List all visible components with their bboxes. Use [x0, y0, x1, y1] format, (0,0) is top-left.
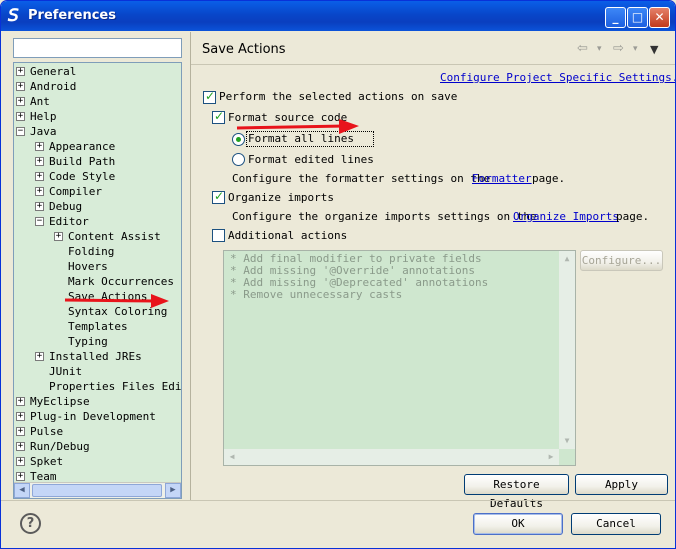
preference-sidebar: + Team + Spket + Run/Debug + Pulse + Plug-in Deve…: [5, 32, 189, 500]
view-menu-icon[interactable]: ▼: [650, 43, 658, 56]
expand-icon[interactable]: +: [16, 82, 25, 91]
scroll-right-icon[interactable]: ▶: [543, 449, 559, 465]
tree-item-label: Folding: [68, 245, 115, 258]
tree-item-label: Run/Debug: [30, 440, 90, 453]
collapse-icon[interactable]: −: [16, 127, 25, 136]
scroll-up-icon[interactable]: ▲: [559, 251, 575, 267]
expand-icon[interactable]: +: [16, 397, 25, 406]
configure-button[interactable]: Configure...: [580, 250, 663, 271]
list-item: * Remove unnecessary casts: [230, 288, 403, 301]
expand-icon[interactable]: +: [16, 457, 25, 466]
annotation-arrow-save-actions: [64, 294, 169, 308]
footer-separator: [1, 500, 675, 501]
page-title: Save Actions: [202, 42, 286, 57]
tree-item-label: Pulse: [30, 425, 64, 438]
expand-icon[interactable]: +: [35, 172, 44, 181]
additional-actions-label: Additional actions: [228, 229, 348, 242]
tree-item-label: Installed JREs: [49, 350, 142, 363]
maximize-button[interactable]: □: [627, 7, 648, 28]
help-icon[interactable]: ?: [20, 513, 41, 534]
format-source-checkbox[interactable]: [212, 109, 225, 124]
scroll-right-icon[interactable]: ▶: [165, 483, 181, 498]
annotation-arrow-format: [236, 119, 359, 134]
tree-item-label: Properties Files Edit: [49, 380, 182, 393]
restore-defaults-button[interactable]: Restore Defaults: [464, 474, 569, 510]
expand-icon[interactable]: +: [35, 142, 44, 151]
expand-icon[interactable]: +: [35, 202, 44, 211]
preferences-window: 𝘚 Preferences _ □ ✕ + Team + Spket + Run/Debu…: [0, 0, 676, 549]
header-separator: [191, 64, 675, 65]
scroll-thumb[interactable]: [32, 484, 162, 497]
back-dropdown-icon[interactable]: ▾: [597, 44, 602, 54]
tree-item-label: Appearance: [49, 140, 116, 153]
scroll-left-icon[interactable]: ◀: [224, 449, 240, 465]
formatter-hint-text: Configure the formatter settings on the: [232, 172, 491, 185]
expand-icon[interactable]: +: [35, 352, 44, 361]
tree-item-label: MyEclipse: [30, 395, 90, 408]
tree-item-label: Compiler: [49, 185, 102, 198]
expand-icon[interactable]: +: [16, 67, 25, 76]
tree-item-label: Android: [30, 80, 77, 93]
forward-dropdown-icon[interactable]: ▾: [633, 44, 638, 54]
formatter-link[interactable]: Formatter: [472, 172, 532, 185]
tree-item-label: Typing: [68, 335, 108, 348]
expand-icon[interactable]: +: [16, 112, 25, 121]
preference-tree: + Team + Spket + Run/Debug + Pulse + Plug-in Deve…: [13, 62, 182, 499]
tree-item-label: Mark Occurrences: [68, 275, 174, 288]
back-arrow-icon[interactable]: ⇦: [577, 41, 588, 56]
tree-item-label: Help: [30, 110, 57, 123]
additional-actions-checkbox[interactable]: [212, 229, 225, 242]
organize-hint-suffix: page.: [616, 210, 650, 223]
tree-item-label: Ant: [30, 95, 50, 108]
tree-item-label: JUnit: [49, 365, 83, 378]
tree-horizontal-scrollbar[interactable]: ◀ ▶: [14, 482, 181, 498]
tree-item-label: Java: [30, 125, 57, 138]
ok-button[interactable]: OK: [473, 513, 563, 535]
close-button[interactable]: ✕: [649, 7, 670, 28]
tree-item-label: Templates: [68, 320, 128, 333]
filter-input[interactable]: [13, 38, 182, 58]
perform-actions-checkbox[interactable]: [203, 89, 216, 104]
organize-imports-label: Organize imports: [228, 191, 334, 204]
tree-item-label: Content Assist: [68, 230, 161, 243]
formatter-hint-suffix: page.: [532, 172, 566, 185]
format-edited-lines-label: Format edited lines: [248, 153, 374, 166]
organize-hint-text: Configure the organize imports settings …: [232, 210, 537, 223]
perform-actions-label: Perform the selected actions on save: [219, 90, 458, 103]
tree-item-label: Spket: [30, 455, 64, 468]
expand-icon[interactable]: +: [16, 412, 25, 421]
scroll-down-icon[interactable]: ▼: [559, 433, 575, 449]
tree-item-label: Build Path: [49, 155, 116, 168]
expand-icon[interactable]: +: [16, 442, 25, 451]
organize-imports-checkbox[interactable]: [212, 189, 225, 204]
preference-page: Save Actions ⇦ ▾ ⇨ ▾ ▼ Configure Project…: [190, 32, 675, 510]
additional-actions-list[interactable]: * Add final modifier to private fields *…: [223, 250, 576, 466]
configure-project-settings-link[interactable]: Configure Project Specific Settings...: [440, 71, 675, 84]
tree-item-label: Code Style: [49, 170, 116, 183]
scroll-left-icon[interactable]: ◀: [14, 483, 30, 498]
format-edited-lines-radio[interactable]: [232, 153, 245, 166]
expand-icon[interactable]: +: [16, 97, 25, 106]
organize-imports-link[interactable]: Organize Imports: [513, 210, 619, 223]
apply-button[interactable]: Apply: [575, 474, 668, 495]
list-vertical-scrollbar[interactable]: ▲ ▼: [559, 251, 575, 449]
tree-item-label: Plug-in Development: [30, 410, 156, 423]
title-bar[interactable]: 𝘚 Preferences _ □ ✕: [1, 1, 675, 31]
expand-icon[interactable]: +: [35, 187, 44, 196]
collapse-icon[interactable]: −: [35, 217, 44, 226]
window-title: Preferences: [28, 8, 116, 23]
expand-icon[interactable]: +: [16, 472, 25, 481]
tree-item-label: Hovers: [68, 260, 108, 273]
expand-icon[interactable]: +: [54, 232, 63, 241]
app-icon: 𝘚: [8, 6, 19, 26]
expand-icon[interactable]: +: [16, 427, 25, 436]
tree-item-label: Debug: [49, 200, 83, 213]
list-horizontal-scrollbar[interactable]: ◀ ▶: [224, 449, 559, 465]
tree-item-label: General: [30, 65, 77, 78]
cancel-button[interactable]: Cancel: [571, 513, 661, 535]
minimize-button[interactable]: _: [605, 7, 626, 28]
expand-icon[interactable]: +: [35, 157, 44, 166]
tree-item-label: Editor: [49, 215, 89, 228]
forward-arrow-icon[interactable]: ⇨: [613, 41, 624, 56]
